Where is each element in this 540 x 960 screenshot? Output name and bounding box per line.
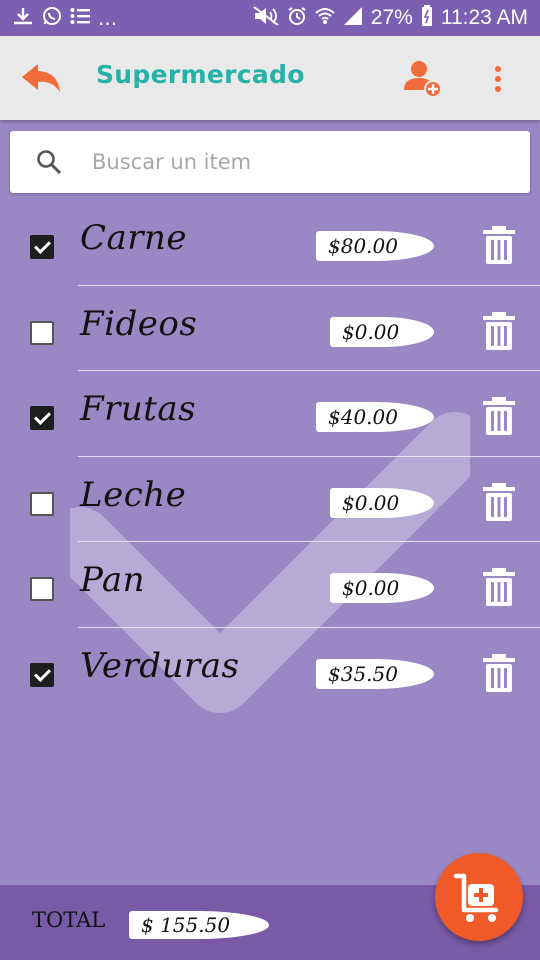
- trash-icon[interactable]: [482, 396, 516, 436]
- item-name: Frutas: [80, 389, 197, 429]
- search-icon: [37, 150, 62, 175]
- add-to-cart-button[interactable]: [435, 853, 523, 941]
- item-name: Fideos: [80, 303, 198, 344]
- item-checkbox[interactable]: [30, 406, 54, 430]
- cart-add-icon: [453, 873, 499, 922]
- item-price[interactable]: $80.00: [316, 231, 434, 261]
- item-checkbox[interactable]: [30, 662, 54, 687]
- battery-percent: 27%: [370, 6, 413, 29]
- total-label: TOTAL: [32, 908, 106, 932]
- app-toolbar: Supermercado: [0, 36, 540, 120]
- add-user-icon: [404, 61, 442, 98]
- item-price[interactable]: $0.00: [330, 573, 434, 603]
- wifi-icon: [315, 6, 335, 31]
- trash-icon[interactable]: [482, 653, 516, 693]
- download-icon: [12, 6, 34, 31]
- list-item: Pan $0.00: [0, 542, 540, 628]
- search-input[interactable]: [92, 143, 512, 181]
- item-price[interactable]: $0.00: [330, 316, 434, 347]
- item-checkbox[interactable]: [30, 491, 54, 516]
- item-price[interactable]: $0.00: [330, 487, 434, 518]
- item-checkbox[interactable]: [30, 320, 54, 345]
- item-checkbox[interactable]: [30, 235, 54, 259]
- item-name: Verduras: [80, 645, 240, 686]
- item-name: Pan: [80, 560, 146, 600]
- menu-dot-icon: [495, 76, 501, 82]
- page-title: Supermercado: [96, 60, 305, 89]
- trash-icon[interactable]: [482, 311, 516, 351]
- back-button[interactable]: [20, 58, 64, 98]
- menu-dot-icon: [495, 86, 501, 92]
- list-icon: [70, 6, 90, 30]
- list-item: Carne $80.00: [0, 200, 540, 286]
- search-bar: [10, 131, 530, 193]
- add-user-button[interactable]: [402, 58, 444, 100]
- back-arrow-icon: [22, 64, 60, 92]
- more-notifications-text: ...: [98, 6, 118, 30]
- alarm-icon: [287, 6, 307, 31]
- signal-icon: [343, 6, 363, 31]
- status-right: 27% 11:23 AM: [253, 4, 528, 32]
- whatsapp-icon: [42, 6, 62, 31]
- status-bar: ... 27% 11:23 AM: [0, 0, 540, 36]
- trash-icon[interactable]: [482, 225, 516, 265]
- list-item: Frutas $40.00: [0, 371, 540, 457]
- item-price[interactable]: $35.50: [316, 658, 434, 689]
- list-item: Verduras $35.50: [0, 628, 540, 714]
- item-price[interactable]: $40.00: [316, 402, 434, 432]
- item-list: Carne $80.00 Fideos $0.00 Frutas $40.00 …: [0, 200, 540, 713]
- item-name: Leche: [80, 474, 187, 515]
- trash-icon[interactable]: [482, 482, 516, 522]
- status-left: ...: [12, 6, 117, 31]
- menu-dot-icon: [495, 66, 501, 72]
- battery-icon: [421, 4, 433, 32]
- trash-icon[interactable]: [482, 567, 516, 607]
- clock: 11:23 AM: [440, 6, 528, 29]
- mute-icon: [253, 5, 279, 31]
- item-checkbox[interactable]: [30, 577, 54, 601]
- list-item: Fideos $0.00: [0, 286, 540, 371]
- overflow-menu-button[interactable]: [486, 62, 510, 96]
- item-name: Carne: [80, 218, 188, 258]
- list-item: Leche $0.00: [0, 457, 540, 542]
- total-value: $ 155.50: [129, 911, 269, 939]
